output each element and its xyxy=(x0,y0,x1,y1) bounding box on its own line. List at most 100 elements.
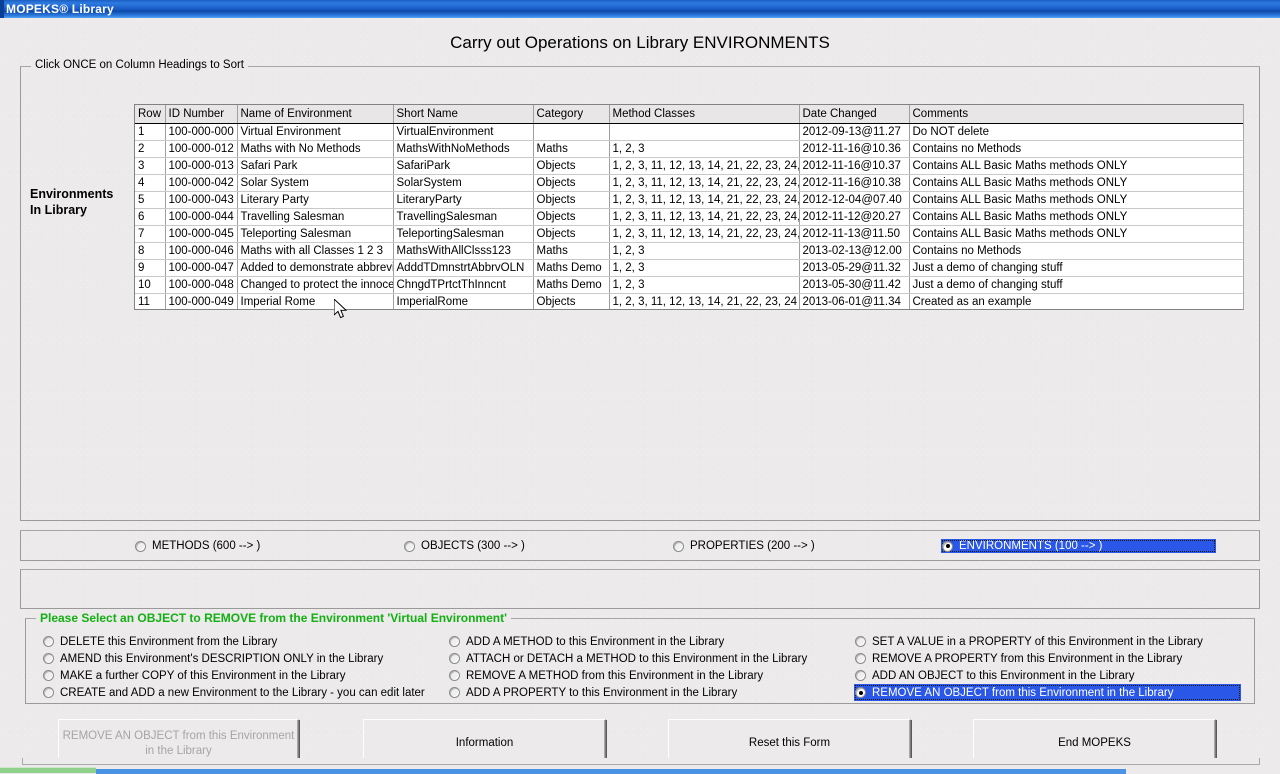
cell-short-name: TravellingSalesman xyxy=(393,208,534,226)
operation-radio-c2-1[interactable]: ADD A METHOD to this Environment in the … xyxy=(448,633,848,650)
cell-id-number: 100-000-012 xyxy=(165,140,238,158)
library-type-radio-objects[interactable]: OBJECTS (300 --> ) xyxy=(403,539,528,553)
cell-comments: Contains ALL Basic Maths methods ONLY xyxy=(909,191,1243,209)
table-row[interactable]: 2 100-000-012 Maths with No Methods MathsWi… xyxy=(135,140,1243,158)
cell-short-name: MathsWithNoMethods xyxy=(393,140,534,158)
library-type-radio-properties[interactable]: PROPERTIES (200 --> ) xyxy=(672,539,818,553)
application-page: Carry out Operations on Library ENVIRONM… xyxy=(0,18,1280,768)
library-type-radio-label: METHODS (600 --> ) xyxy=(152,540,261,552)
cell-name: Imperial Rome xyxy=(237,293,394,309)
operation-radio-c1-1[interactable]: DELETE this Environment from the Library xyxy=(42,633,442,650)
radio-dot-icon xyxy=(449,670,460,681)
environments-in-library-label: Environments In Library xyxy=(30,186,130,218)
cell-comments: Contains no Methods xyxy=(909,242,1243,260)
cell-short-name: VirtualEnvironment xyxy=(393,123,534,141)
operations-column-2[interactable]: ADD A METHOD to this Environment in the … xyxy=(448,633,848,701)
cell-name: Literary Party xyxy=(237,191,394,209)
operations-column-3[interactable]: SET A VALUE in a PROPERTY of this Enviro… xyxy=(854,633,1246,701)
cell-id-number: 100-000-046 xyxy=(165,242,238,260)
cell-name: Maths with all Classes 1 2 3 xyxy=(237,242,394,260)
operation-radio-label: SET A VALUE in a PROPERTY of this Enviro… xyxy=(872,635,1203,648)
cell-comments: Contains ALL Basic Maths methods ONLY xyxy=(909,225,1243,243)
cell-date-changed: 2012-09-13@11.27 xyxy=(799,123,910,141)
cell-method-classes: 1, 2, 3, 11, 12, 13, 14, 21, 22, 23, 24, xyxy=(609,225,800,243)
operation-radio-c1-4[interactable]: CREATE and ADD a new Environment to the … xyxy=(42,684,442,701)
cell-method-classes: 1, 2, 3, 11, 12, 13, 14, 21, 22, 23, 24, xyxy=(609,208,800,226)
table-row[interactable]: 6 100-000-044 Travelling Salesman Travellin… xyxy=(135,208,1243,226)
radio-dot-icon xyxy=(43,636,54,647)
table-row[interactable]: 4 100-000-042 Solar System SolarSystem Objec… xyxy=(135,174,1243,192)
column-header-id-number[interactable]: ID Number xyxy=(165,105,238,124)
operations-column-1[interactable]: DELETE this Environment from the Library… xyxy=(42,633,442,701)
cell-row: 10 xyxy=(135,276,166,294)
cell-comments: Created as an example xyxy=(909,293,1243,309)
table-row[interactable]: 7 100-000-045 Teleporting Salesman Teleport… xyxy=(135,225,1243,243)
cell-row: 7 xyxy=(135,225,166,243)
column-header-row[interactable]: Row xyxy=(135,105,166,124)
cell-method-classes: 1, 2, 3, 11, 12, 13, 14, 21, 22, 23, 24, xyxy=(609,191,800,209)
cell-category: Objects xyxy=(533,191,610,209)
cell-method-classes: 1, 2, 3, 11, 12, 13, 14, 21, 22, 23, 24 xyxy=(609,293,800,309)
cell-date-changed: 2013-05-30@11.42 xyxy=(799,276,910,294)
table-row[interactable]: 9 100-000-047 Added to demonstrate abbrevi… xyxy=(135,259,1243,277)
operation-radio-c1-2[interactable]: AMEND this Environment's DESCRIPTION ONL… xyxy=(42,650,442,667)
operation-radio-c2-2[interactable]: ATTACH or DETACH a METHOD to this Enviro… xyxy=(448,650,848,667)
cell-name: Travelling Salesman xyxy=(237,208,394,226)
column-header-method-classes[interactable]: Method Classes xyxy=(609,105,800,124)
page-title: Carry out Operations on Library ENVIRONM… xyxy=(450,33,830,52)
column-header-date-changed[interactable]: Date Changed xyxy=(799,105,910,124)
cell-method-classes: 1, 2, 3 xyxy=(609,259,800,277)
library-type-radio-methods[interactable]: METHODS (600 --> ) xyxy=(134,539,263,553)
cell-date-changed: 2013-02-13@12.00 xyxy=(799,242,910,260)
cell-short-name: ImperialRome xyxy=(393,293,534,309)
table-row[interactable]: 10 100-000-048 Changed to protect the inno… xyxy=(135,276,1243,294)
cell-short-name: AdddTDmnstrtAbbrvOLN xyxy=(393,259,534,277)
operation-radio-c3-3[interactable]: ADD AN OBJECT to this Environment in the… xyxy=(854,667,1246,684)
operation-radio-c3-2[interactable]: REMOVE A PROPERTY from this Environment … xyxy=(854,650,1246,667)
column-header-short-name[interactable]: Short Name xyxy=(393,105,534,124)
cell-row: 4 xyxy=(135,174,166,192)
cell-category: Objects xyxy=(533,157,610,175)
column-header-category[interactable]: Category xyxy=(533,105,610,124)
table-row[interactable]: 11 100-000-049 Imperial Rome ImperialRome Ob… xyxy=(135,293,1243,309)
cell-method-classes: 1, 2, 3 xyxy=(609,276,800,294)
operation-radio-c2-4[interactable]: ADD A PROPERTY to this Environment in th… xyxy=(448,684,848,701)
operation-radio-c3-4[interactable]: REMOVE AN OBJECT from this Environment i… xyxy=(854,684,1241,701)
library-type-radio-row[interactable]: METHODS (600 --> ) OBJECTS (300 --> ) PROP… xyxy=(21,531,1259,560)
library-type-radio-label: PROPERTIES (200 --> ) xyxy=(690,540,815,552)
column-header-comments[interactable]: Comments xyxy=(909,105,1243,124)
table-row[interactable]: 3 100-000-013 Safari Park SafariPark Objects… xyxy=(135,157,1243,175)
status-panel xyxy=(22,758,1260,765)
cell-method-classes xyxy=(609,123,800,141)
cell-comments: Just a demo of changing stuff xyxy=(909,276,1243,294)
radio-dot-icon xyxy=(43,687,54,698)
radio-dot-icon xyxy=(855,636,866,647)
operation-radio-c2-3[interactable]: REMOVE A METHOD from this Environment in… xyxy=(448,667,848,684)
cell-id-number: 100-000-048 xyxy=(165,276,238,294)
cell-short-name: SolarSystem xyxy=(393,174,534,192)
environments-table-container[interactable]: Row ID Number Name of Environment Short … xyxy=(134,104,1244,310)
cell-date-changed: 2012-11-16@10.36 xyxy=(799,140,910,158)
library-type-radio-environments[interactable]: ENVIRONMENTS (100 --> ) xyxy=(941,539,1216,553)
window-title-text: MOPEKS® Library xyxy=(6,2,114,16)
cell-category: Maths Demo xyxy=(533,276,610,294)
cell-id-number: 100-000-042 xyxy=(165,174,238,192)
cell-id-number: 100-000-013 xyxy=(165,157,238,175)
cell-date-changed: 2012-11-16@10.38 xyxy=(799,174,910,192)
column-header-name[interactable]: Name of Environment xyxy=(237,105,394,124)
table-row[interactable]: 5 100-000-043 Literary Party LiteraryParty O… xyxy=(135,191,1243,209)
table-row[interactable]: 8 100-000-046 Maths with all Classes 1 2 3… xyxy=(135,242,1243,260)
cell-category: Maths Demo xyxy=(533,259,610,277)
table-row[interactable]: 1 100-000-000 Virtual Environment VirtualEn… xyxy=(135,123,1243,141)
cell-name: Maths with No Methods xyxy=(237,140,394,158)
environments-table-body[interactable]: 1 100-000-000 Virtual Environment VirtualEn… xyxy=(135,123,1243,309)
operation-radio-label: ADD AN OBJECT to this Environment in the… xyxy=(872,669,1135,682)
radio-dot-icon xyxy=(855,687,866,698)
environments-table[interactable]: Row ID Number Name of Environment Short … xyxy=(135,105,1243,309)
cell-id-number: 100-000-049 xyxy=(165,293,238,309)
operation-radio-c1-3[interactable]: MAKE a further COPY of this Environment … xyxy=(42,667,442,684)
operation-radio-c3-1[interactable]: SET A VALUE in a PROPERTY of this Enviro… xyxy=(854,633,1246,650)
cell-date-changed: 2012-12-04@07.40 xyxy=(799,191,910,209)
cell-comments: Contains ALL Basic Maths methods ONLY xyxy=(909,157,1243,175)
radio-dot-icon xyxy=(404,540,415,552)
